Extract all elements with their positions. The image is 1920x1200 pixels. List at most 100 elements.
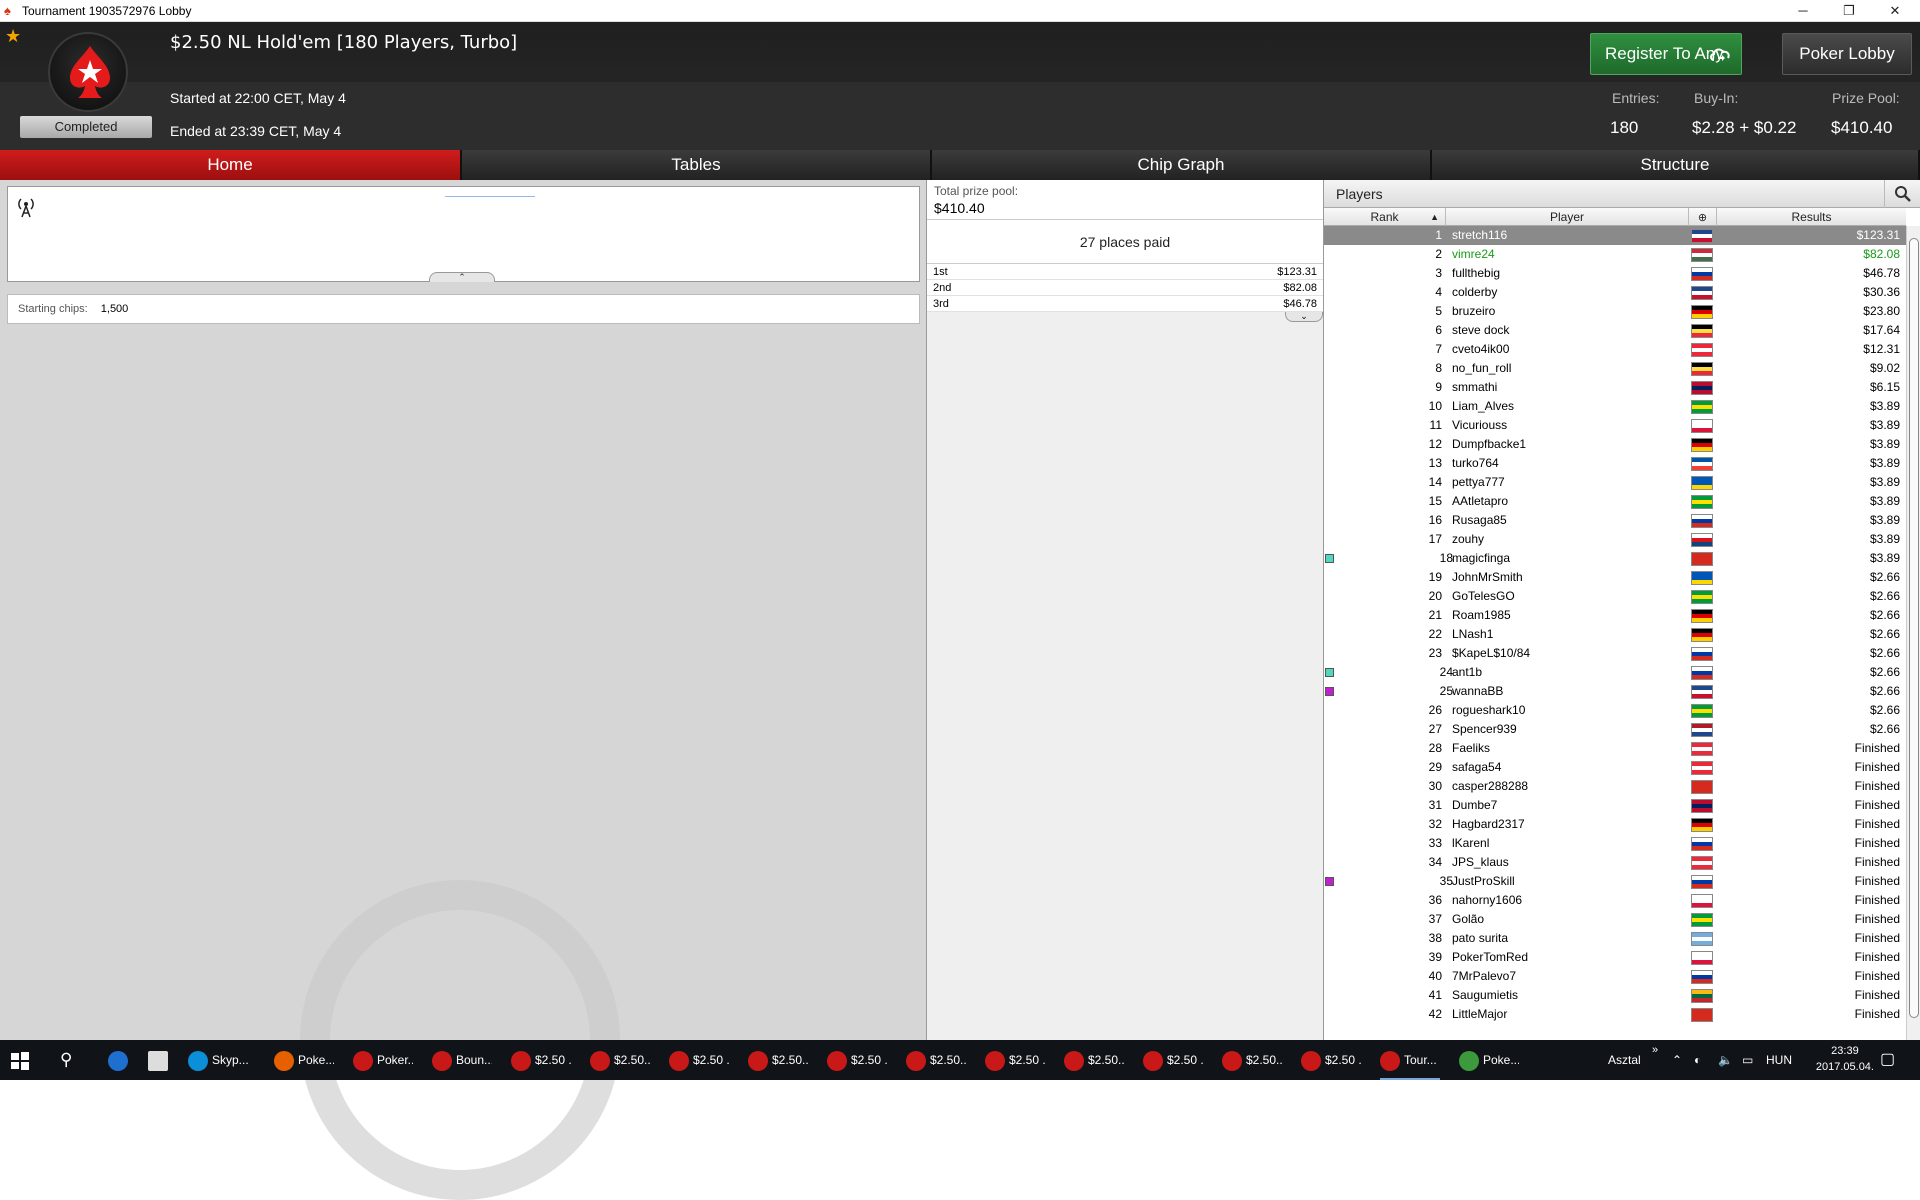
taskbar-app-button[interactable]: $2.50 ... xyxy=(1143,1040,1203,1080)
start-button[interactable] xyxy=(10,1040,40,1080)
tab-chip-graph[interactable]: Chip Graph xyxy=(932,150,1432,180)
player-row[interactable]: 32 Hagbard2317 Finished xyxy=(1324,815,1906,834)
close-button[interactable]: ✕ xyxy=(1872,0,1918,22)
player-row[interactable]: 19 JohnMrSmith $2.66 xyxy=(1324,568,1906,587)
player-row[interactable]: 30 casper288288 Finished xyxy=(1324,777,1906,796)
scrollbar-thumb[interactable] xyxy=(1909,238,1919,1018)
player-row[interactable]: 34 JPS_klaus Finished xyxy=(1324,853,1906,872)
taskbar-app-button[interactable]: Skyp... xyxy=(188,1040,248,1080)
search-players-button[interactable] xyxy=(1884,180,1920,208)
taskbar-app-button[interactable]: Poke... xyxy=(1459,1040,1519,1080)
taskbar-app-button[interactable]: $2.50... xyxy=(1222,1040,1282,1080)
player-column-header[interactable]: Player xyxy=(1446,208,1689,226)
taskbar-clock[interactable]: 23:39 2017.05.04. xyxy=(1816,1043,1874,1075)
taskbar-app-button[interactable]: $2.50... xyxy=(1064,1040,1124,1080)
restore-button[interactable]: ❐ xyxy=(1826,0,1872,22)
taskbar-app-button[interactable]: Boun... xyxy=(432,1040,492,1080)
rank-column-header[interactable]: Rank ▲ xyxy=(1324,208,1446,226)
player-name: Spencer939 xyxy=(1452,722,1517,736)
player-row[interactable]: 15 AAtletapro $3.89 xyxy=(1324,492,1906,511)
taskbar-app-label: Boun... xyxy=(456,1053,492,1067)
edge-icon[interactable] xyxy=(108,1040,134,1080)
country-flag-icon xyxy=(1691,362,1713,376)
player-row[interactable]: 37 Golão Finished xyxy=(1324,910,1906,929)
player-row[interactable]: 26 rogueshark10 $2.66 xyxy=(1324,701,1906,720)
player-row[interactable]: 23 $KapeL$10/84 $2.66 xyxy=(1324,644,1906,663)
tab-home[interactable]: Home xyxy=(0,150,462,180)
network-icon[interactable]: ▭ xyxy=(1742,1040,1760,1080)
volume-icon[interactable]: 🔈 xyxy=(1718,1040,1736,1080)
player-result: $2.66 xyxy=(1869,665,1900,679)
player-row[interactable]: 17 zouhy $3.89 xyxy=(1324,530,1906,549)
player-row[interactable]: 29 safaga54 Finished xyxy=(1324,758,1906,777)
player-row[interactable]: 12 Dumpfbacke1 $3.89 xyxy=(1324,435,1906,454)
player-row[interactable]: 21 Roam1985 $2.66 xyxy=(1324,606,1906,625)
player-row[interactable]: 10 Liam_Alves $3.89 xyxy=(1324,397,1906,416)
player-row[interactable]: 36 nahorny1606 Finished xyxy=(1324,891,1906,910)
players-scrollbar[interactable] xyxy=(1906,226,1920,1040)
tab-tables[interactable]: Tables xyxy=(462,150,932,180)
tray-up-icon[interactable]: ⌃ xyxy=(1672,1040,1686,1080)
favorite-star-icon[interactable]: ★ xyxy=(5,26,21,47)
taskbar-app-button[interactable]: $2.50 ... xyxy=(1301,1040,1361,1080)
player-row[interactable]: 6 steve dock $17.64 xyxy=(1324,321,1906,340)
player-row[interactable]: 2 vimre24 $82.08 xyxy=(1324,245,1906,264)
player-row[interactable]: 25 wannaBB $2.66 xyxy=(1324,682,1906,701)
player-row[interactable]: 4 colderby $30.36 xyxy=(1324,283,1906,302)
player-row[interactable]: 24 ant1b $2.66 xyxy=(1324,663,1906,682)
news-link[interactable] xyxy=(445,196,535,197)
taskbar-app-button[interactable]: $2.50... xyxy=(590,1040,650,1080)
country-column-header[interactable]: ⊕ xyxy=(1689,208,1717,226)
player-row[interactable]: 39 PokerTomRed Finished xyxy=(1324,948,1906,967)
minimize-button[interactable]: ─ xyxy=(1780,0,1826,22)
register-to-any-button[interactable]: Register To Any xyxy=(1590,33,1742,75)
search-taskbar-icon[interactable]: ⚲ xyxy=(60,1040,90,1080)
player-name: smmathi xyxy=(1452,380,1498,394)
toolbar-chevron[interactable]: » xyxy=(1652,1040,1666,1080)
taskbar-app-button[interactable]: Tour... xyxy=(1380,1040,1440,1080)
player-row[interactable]: 9 smmathi $6.15 xyxy=(1324,378,1906,397)
player-row[interactable]: 18 magicfinga $3.89 xyxy=(1324,549,1906,568)
player-row[interactable]: 20 GoTelesGO $2.66 xyxy=(1324,587,1906,606)
taskbar-app-button[interactable]: Poke... xyxy=(274,1040,334,1080)
language-indicator[interactable]: HUN xyxy=(1766,1040,1798,1080)
player-rank: 19 xyxy=(1428,570,1442,584)
expand-payouts-button[interactable]: ⌄ xyxy=(1285,312,1323,322)
player-row[interactable]: 14 pettya777 $3.89 xyxy=(1324,473,1906,492)
store-icon[interactable] xyxy=(148,1040,174,1080)
taskbar-app-button[interactable]: $2.50 ... xyxy=(669,1040,729,1080)
taskbar-app-button[interactable]: $2.50 ... xyxy=(827,1040,887,1080)
player-row[interactable]: 3 fullthebig $46.78 xyxy=(1324,264,1906,283)
desktop-label[interactable]: Asztal xyxy=(1608,1040,1648,1080)
player-row[interactable]: 42 LittleMajor Finished xyxy=(1324,1005,1906,1024)
player-result: Finished xyxy=(1854,798,1900,812)
taskbar-app-button[interactable]: $2.50... xyxy=(906,1040,966,1080)
player-row[interactable]: 41 Saugumietis Finished xyxy=(1324,986,1906,1005)
player-row[interactable]: 11 Vicuriouss $3.89 xyxy=(1324,416,1906,435)
player-row[interactable]: 16 Rusaga85 $3.89 xyxy=(1324,511,1906,530)
player-row[interactable]: 5 bruzeiro $23.80 xyxy=(1324,302,1906,321)
player-row[interactable]: 7 cveto4ik00 $12.31 xyxy=(1324,340,1906,359)
taskbar-app-button[interactable]: $2.50... xyxy=(748,1040,808,1080)
player-row[interactable]: 1 stretch116 $123.31 xyxy=(1324,226,1906,245)
collapse-news-button[interactable]: ⌃ xyxy=(429,272,495,282)
player-row[interactable]: 38 pato surita Finished xyxy=(1324,929,1906,948)
player-row[interactable]: 22 LNash1 $2.66 xyxy=(1324,625,1906,644)
player-row[interactable]: 28 Faeliks Finished xyxy=(1324,739,1906,758)
player-row[interactable]: 33 lKarenl Finished xyxy=(1324,834,1906,853)
taskbar-app-button[interactable]: $2.50 ... xyxy=(985,1040,1045,1080)
taskbar-app-button[interactable]: Poker... xyxy=(353,1040,413,1080)
player-row[interactable]: 35 JustProSkill Finished xyxy=(1324,872,1906,891)
poker-lobby-button[interactable]: Poker Lobby xyxy=(1782,33,1912,75)
tab-structure[interactable]: Structure xyxy=(1432,150,1920,180)
taskbar-app-button[interactable]: $2.50 ... xyxy=(511,1040,571,1080)
tray-network-icon[interactable]: ◐ xyxy=(1694,1040,1712,1080)
player-row[interactable]: 13 turko764 $3.89 xyxy=(1324,454,1906,473)
player-row[interactable]: 40 7MrPalevo7 Finished xyxy=(1324,967,1906,986)
player-row[interactable]: 31 Dumbe7 Finished xyxy=(1324,796,1906,815)
players-list: 1 stretch116 $123.31 2 vimre24 $82.08 3 fullthe… xyxy=(1324,226,1906,1024)
player-row[interactable]: 27 Spencer939 $2.66 xyxy=(1324,720,1906,739)
notifications-icon[interactable]: ▢ xyxy=(1880,1040,1910,1080)
player-row[interactable]: 8 no_fun_roll $9.02 xyxy=(1324,359,1906,378)
results-column-header[interactable]: Results xyxy=(1717,208,1906,226)
